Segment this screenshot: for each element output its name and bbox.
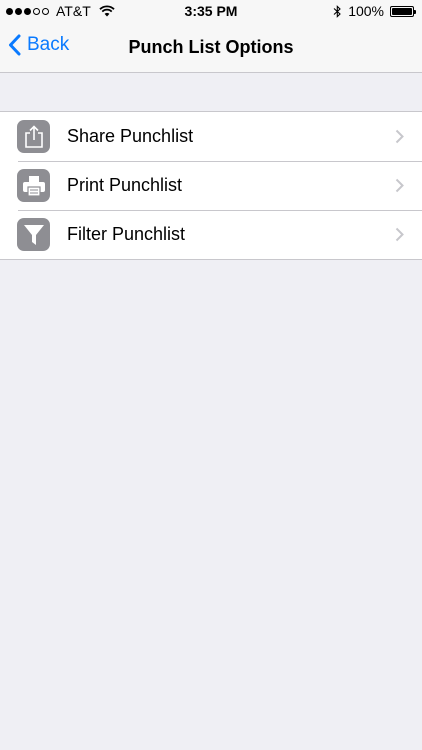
filter-punchlist-label: Filter Punchlist	[67, 224, 186, 244]
navigation-bar: Back Punch List Options	[0, 24, 422, 72]
print-punchlist-label: Print Punchlist	[67, 175, 183, 195]
share-punchlist-row[interactable]: Share Punchlist	[0, 112, 422, 161]
share-punchlist-label: Share Punchlist	[67, 126, 194, 146]
filter-punchlist-row[interactable]: Filter Punchlist	[0, 210, 422, 259]
print-punchlist-row[interactable]: Print Punchlist	[0, 161, 422, 210]
options-list: Share Punchlist Print Punchlist Filter P…	[0, 111, 422, 260]
chevron-right-icon	[395, 129, 404, 144]
chevron-right-icon	[395, 227, 404, 242]
top-bar: AT&T 3:35 PM 100% Back Punch List Option…	[0, 0, 422, 73]
page-title: Punch List Options	[128, 37, 294, 57]
printer-icon	[17, 169, 50, 202]
battery-level-fill	[392, 7, 412, 15]
battery-percentage: 100%	[348, 3, 384, 19]
battery-icon	[390, 5, 416, 17]
filter-icon	[17, 218, 50, 251]
status-right: 100%	[333, 3, 416, 19]
chevron-right-icon	[395, 178, 404, 193]
status-bar: AT&T 3:35 PM 100%	[0, 0, 422, 24]
share-icon	[17, 120, 50, 153]
bluetooth-icon	[333, 4, 341, 18]
